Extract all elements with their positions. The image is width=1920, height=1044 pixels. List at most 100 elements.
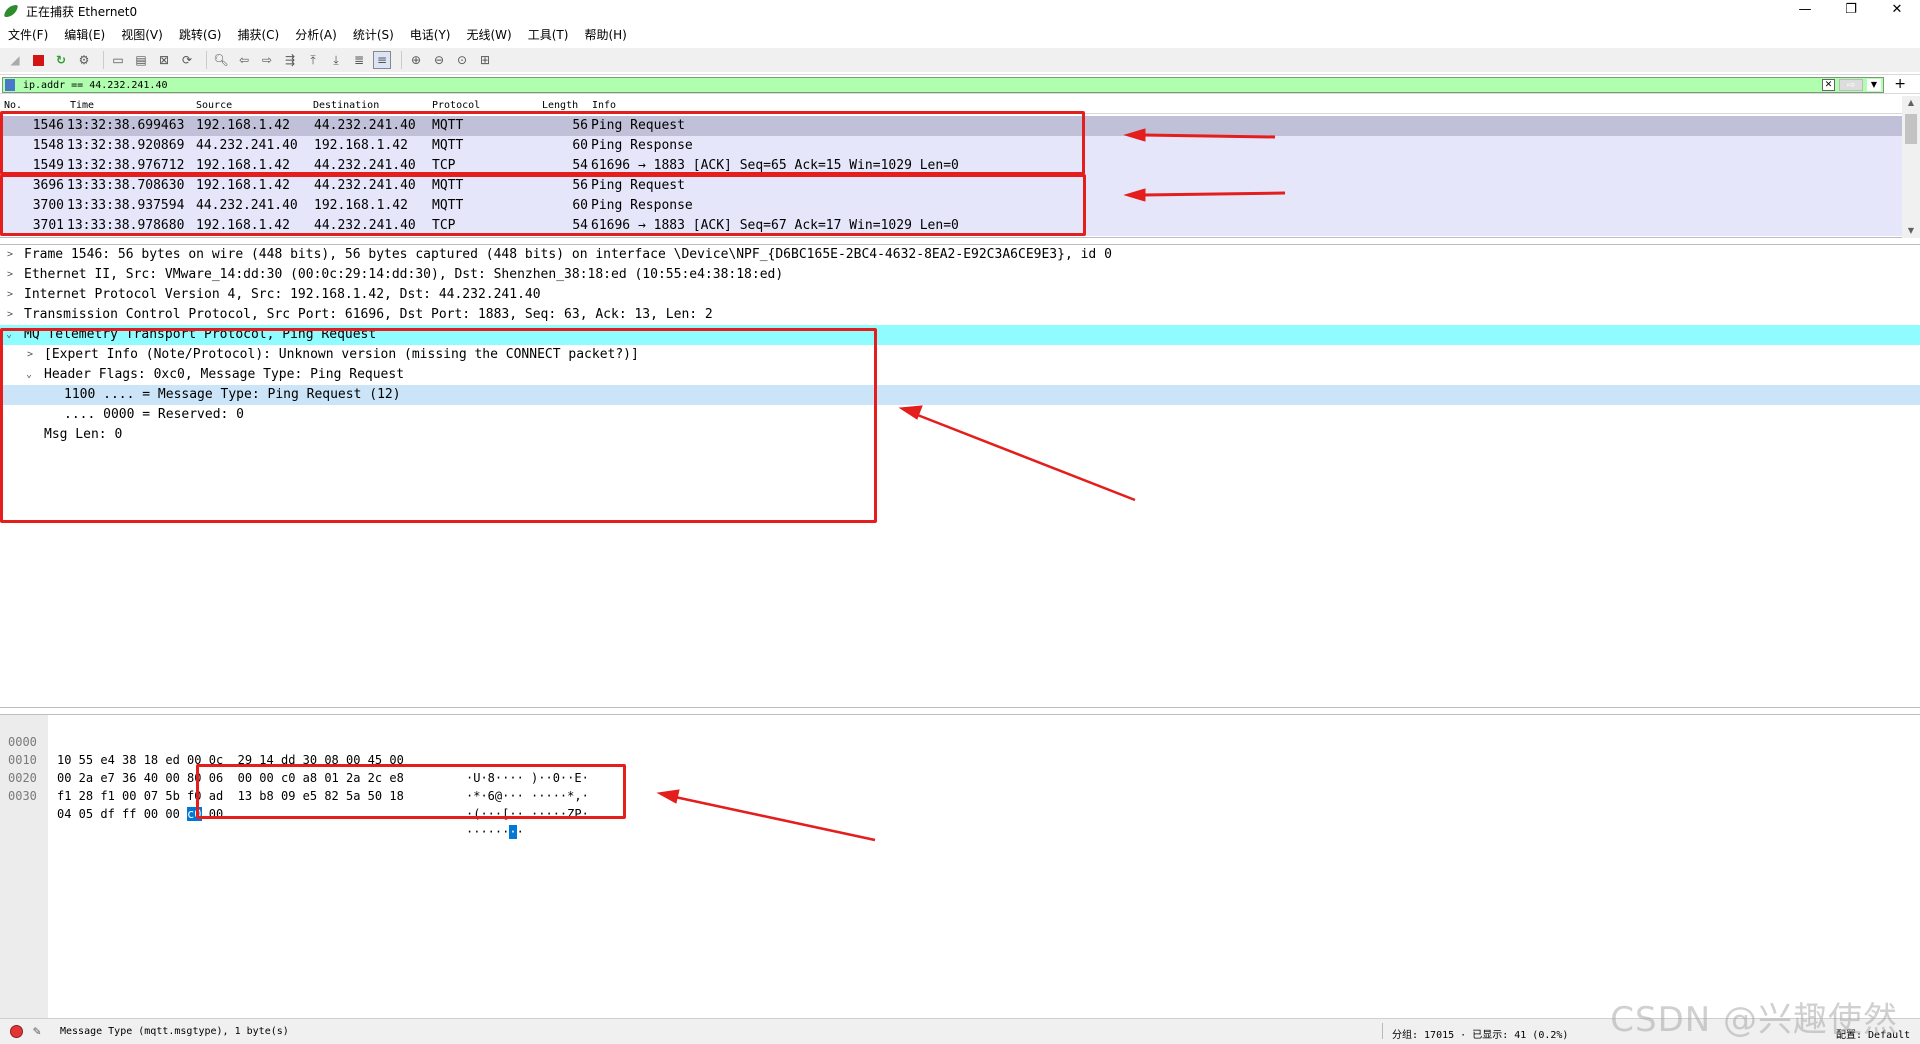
bytes-row[interactable]: 0020 f1 28 f1 00 07 5b f0 ad 13 b8 09 e5… — [0, 751, 589, 821]
column-no[interactable]: No. — [4, 100, 22, 111]
go-first-icon[interactable]: ⤒ — [304, 51, 322, 69]
chevron-right-icon[interactable]: > — [7, 245, 13, 265]
go-forward-icon[interactable]: ⇨ — [258, 51, 276, 69]
menu-view[interactable]: 视图(V) — [113, 24, 171, 46]
restart-capture-icon[interactable]: ↻ — [52, 51, 70, 69]
tree-item-header-flags[interactable]: ⌄ Header Flags: 0xc0, Message Type: Ping… — [0, 365, 1920, 385]
apply-filter-icon[interactable]: ⇨ — [1839, 79, 1863, 91]
colorize-icon[interactable]: ≡ — [373, 51, 391, 69]
chevron-right-icon[interactable]: > — [7, 285, 13, 305]
save-file-icon[interactable]: ▤ — [132, 51, 150, 69]
table-row[interactable]: 3701 13:33:38.978680 192.168.1.42 44.232… — [0, 216, 1902, 236]
table-row[interactable]: 3700 13:33:38.937594 44.232.241.40 192.1… — [0, 196, 1902, 216]
chevron-down-icon[interactable]: ▼ — [1867, 79, 1881, 91]
menu-go[interactable]: 跳转(G) — [171, 24, 230, 46]
bytes-row[interactable]: 0030 04 05 df ff 00 00 c0 00 ········ — [0, 769, 524, 839]
go-to-packet-icon[interactable]: ⇶ — [281, 51, 299, 69]
tree-item-msg-len[interactable]: Msg Len: 0 — [0, 425, 1920, 445]
go-back-icon[interactable]: ⇦ — [235, 51, 253, 69]
close-button[interactable]: ✕ — [1874, 0, 1920, 22]
selected-ascii[interactable]: · — [509, 825, 517, 839]
table-row[interactable]: 1549 13:32:38.976712 192.168.1.42 44.232… — [0, 156, 1902, 176]
capture-options-icon[interactable]: ⚙ — [75, 51, 93, 69]
chevron-down-icon[interactable]: ⌄ — [6, 325, 12, 345]
open-file-icon[interactable]: ▭ — [109, 51, 127, 69]
chevron-down-icon[interactable]: ▼ — [1902, 224, 1920, 238]
packet-list: No. Time Source Destination Protocol Len… — [0, 96, 1920, 238]
go-last-icon[interactable]: ⤓ — [327, 51, 345, 69]
zoom-reset-icon[interactable]: ⊙ — [453, 51, 471, 69]
chevron-right-icon[interactable]: > — [27, 345, 33, 365]
tree-item-label: [Expert Info (Note/Protocol): Unknown ve… — [44, 347, 639, 362]
menu-analyze[interactable]: 分析(A) — [287, 24, 345, 46]
menu-file[interactable]: 文件(F) — [0, 24, 56, 46]
bookmark-icon[interactable] — [5, 79, 15, 91]
selected-byte[interactable]: c0 — [187, 807, 202, 821]
packet-rows: 1546 13:32:38.699463 192.168.1.42 44.232… — [0, 116, 1902, 236]
resize-columns-icon[interactable]: ⊞ — [476, 51, 494, 69]
packet-list-scrollbar[interactable]: ▲ ▼ — [1902, 96, 1920, 238]
tree-item-label: Internet Protocol Version 4, Src: 192.16… — [24, 287, 541, 302]
packet-details-tree: > Frame 1546: 56 bytes on wire (448 bits… — [0, 244, 1920, 708]
tree-item-ethernet[interactable]: > Ethernet II, Src: VMware_14:dd:30 (00:… — [0, 265, 1920, 285]
column-time[interactable]: Time — [70, 100, 94, 111]
cell-time: 13:33:38.978680 — [67, 218, 185, 233]
find-packet-icon[interactable]: 🔍︎ — [212, 51, 230, 69]
tree-item-frame[interactable]: > Frame 1546: 56 bytes on wire (448 bits… — [0, 245, 1920, 265]
toolbar-divider — [401, 51, 402, 69]
bytes-ascii: ·*·6@··· ·····*,· — [466, 789, 589, 803]
cell-no: 3700 — [32, 198, 64, 213]
column-source[interactable]: Source — [196, 100, 232, 111]
tree-item-expert-info[interactable]: > [Expert Info (Note/Protocol): Unknown … — [0, 345, 1920, 365]
restore-button[interactable]: ❐ — [1828, 0, 1874, 22]
scrollbar-thumb[interactable] — [1905, 114, 1917, 144]
zoom-in-icon[interactable]: ⊕ — [407, 51, 425, 69]
chevron-up-icon[interactable]: ▲ — [1902, 96, 1920, 110]
table-row[interactable]: 3696 13:33:38.708630 192.168.1.42 44.232… — [0, 176, 1902, 196]
stop-capture-icon[interactable] — [29, 51, 47, 69]
column-protocol[interactable]: Protocol — [432, 100, 480, 111]
cell-length: 60 — [572, 138, 588, 153]
table-row[interactable]: 1546 13:32:38.699463 192.168.1.42 44.232… — [0, 116, 1902, 136]
menu-wireless[interactable]: 无线(W) — [459, 24, 520, 46]
column-info[interactable]: Info — [592, 100, 616, 111]
chevron-down-icon[interactable]: ⌄ — [26, 365, 32, 385]
close-file-icon[interactable]: ⊠ — [155, 51, 173, 69]
bytes-ascii: ········ — [466, 825, 524, 839]
tree-item-reserved[interactable]: .... 0000 = Reserved: 0 — [0, 405, 1920, 425]
bytes-row[interactable]: 0000 10 55 e4 38 18 ed 00 0c 29 14 dd 30… — [0, 715, 589, 785]
autoscroll-icon[interactable]: ≣ — [350, 51, 368, 69]
add-filter-button[interactable]: + — [1894, 76, 1906, 92]
start-capture-icon[interactable]: ◢ — [6, 51, 24, 69]
menu-help[interactable]: 帮助(H) — [576, 24, 634, 46]
chevron-right-icon[interactable]: > — [7, 265, 13, 285]
cell-length: 60 — [572, 198, 588, 213]
column-destination[interactable]: Destination — [313, 100, 379, 111]
tree-item-label: Transmission Control Protocol, Src Port:… — [24, 307, 713, 322]
reload-file-icon[interactable]: ⟳ — [178, 51, 196, 69]
menu-telephony[interactable]: 电话(Y) — [402, 24, 459, 46]
status-divider — [1382, 1023, 1383, 1039]
zoom-out-icon[interactable]: ⊖ — [430, 51, 448, 69]
expert-info-icon[interactable] — [10, 1025, 23, 1038]
table-row[interactable]: 1548 13:32:38.920869 44.232.241.40 192.1… — [0, 136, 1902, 156]
menu-capture[interactable]: 捕获(C) — [229, 24, 287, 46]
minimize-button[interactable]: — — [1782, 0, 1828, 22]
column-length[interactable]: Length — [542, 100, 578, 111]
filter-field[interactable]: ✕ ⇨ ▼ — [2, 77, 1884, 93]
clear-filter-icon[interactable]: ✕ — [1822, 79, 1835, 91]
menu-tools[interactable]: 工具(T) — [520, 24, 577, 46]
bytes-ascii: ·U·8···· )··0··E· — [466, 771, 589, 785]
chevron-right-icon[interactable]: > — [7, 305, 13, 325]
bytes-row[interactable]: 0010 00 2a e7 36 40 00 80 06 00 00 c0 a8… — [0, 733, 589, 803]
tree-item-mqtt[interactable]: ⌄ MQ Telemetry Transport Protocol, Ping … — [0, 325, 1920, 345]
tree-item-message-type[interactable]: 1100 .... = Message Type: Ping Request (… — [0, 385, 1920, 405]
filter-input[interactable] — [23, 78, 1623, 92]
cell-no: 1546 — [32, 118, 64, 133]
menu-edit[interactable]: 编辑(E) — [56, 24, 113, 46]
tree-item-tcp[interactable]: > Transmission Control Protocol, Src Por… — [0, 305, 1920, 325]
menu-statistics[interactable]: 统计(S) — [345, 24, 402, 46]
edit-comment-icon[interactable]: ✎ — [33, 1024, 41, 1039]
bytes-hex: f1 28 f1 00 07 5b f0 ad 13 b8 09 e5 82 5… — [57, 789, 404, 803]
tree-item-ip[interactable]: > Internet Protocol Version 4, Src: 192.… — [0, 285, 1920, 305]
